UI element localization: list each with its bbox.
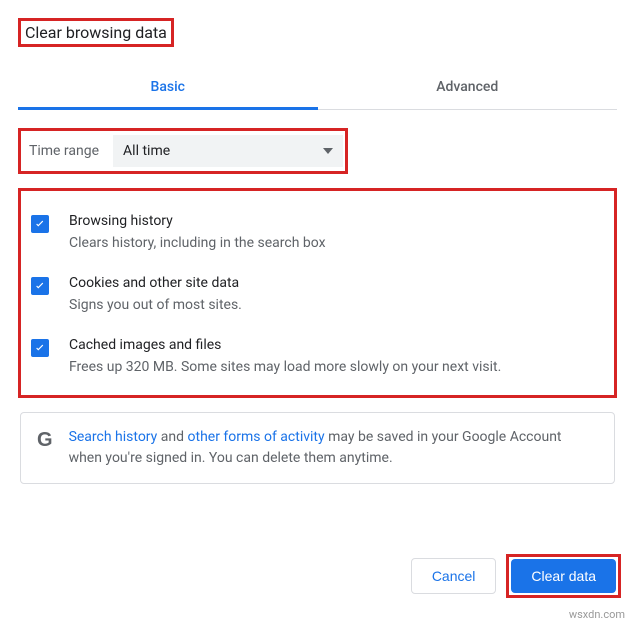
notice-text-part: and xyxy=(157,429,187,445)
time-range-select[interactable]: All time xyxy=(113,135,343,167)
time-range-row: Time range All time xyxy=(18,128,617,174)
cancel-button[interactable]: Cancel xyxy=(411,558,497,594)
tab-advanced[interactable]: Advanced xyxy=(318,67,618,109)
dropdown-arrow-icon xyxy=(323,148,333,154)
option-browsing-history: Browsing history Clears history, includi… xyxy=(31,213,604,251)
time-range-highlight: Time range All time xyxy=(18,128,348,174)
option-text: Cached images and files Frees up 320 MB.… xyxy=(69,337,501,375)
checkbox-cookies[interactable] xyxy=(31,277,49,295)
checkmark-icon xyxy=(33,217,47,231)
tabs: Basic Advanced xyxy=(18,67,617,110)
clear-browsing-data-dialog: Clear browsing data Basic Advanced Time … xyxy=(0,0,635,494)
option-cache: Cached images and files Frees up 320 MB.… xyxy=(31,337,604,375)
clear-data-button[interactable]: Clear data xyxy=(511,559,616,593)
checkmark-icon xyxy=(33,341,47,355)
checkbox-cache[interactable] xyxy=(31,339,49,357)
clear-button-highlight: Clear data xyxy=(506,554,621,598)
time-range-value: All time xyxy=(123,143,170,159)
option-desc: Signs you out of most sites. xyxy=(69,297,242,313)
checkbox-browsing-history[interactable] xyxy=(31,215,49,233)
google-account-notice: G Search history and other forms of acti… xyxy=(20,412,615,484)
option-title: Browsing history xyxy=(69,213,326,229)
dialog-title: Clear browsing data xyxy=(18,18,174,47)
notice-text: Search history and other forms of activi… xyxy=(69,427,598,469)
watermark: wsxdn.com xyxy=(0,608,635,621)
option-text: Browsing history Clears history, includi… xyxy=(69,213,326,251)
checkmark-icon xyxy=(33,279,47,293)
option-cookies: Cookies and other site data Signs you ou… xyxy=(31,275,604,313)
google-logo-icon: G xyxy=(37,429,53,452)
option-title: Cookies and other site data xyxy=(69,275,242,291)
option-desc: Clears history, including in the search … xyxy=(69,235,326,251)
search-history-link[interactable]: Search history xyxy=(69,429,158,445)
option-title: Cached images and files xyxy=(69,337,501,353)
time-range-label: Time range xyxy=(29,143,99,159)
other-activity-link[interactable]: other forms of activity xyxy=(188,429,325,445)
options-highlight: Browsing history Clears history, includi… xyxy=(18,188,617,398)
dialog-footer: Cancel Clear data xyxy=(0,494,635,608)
tab-basic[interactable]: Basic xyxy=(18,67,318,110)
option-desc: Frees up 320 MB. Some sites may load mor… xyxy=(69,359,501,375)
option-text: Cookies and other site data Signs you ou… xyxy=(69,275,242,313)
